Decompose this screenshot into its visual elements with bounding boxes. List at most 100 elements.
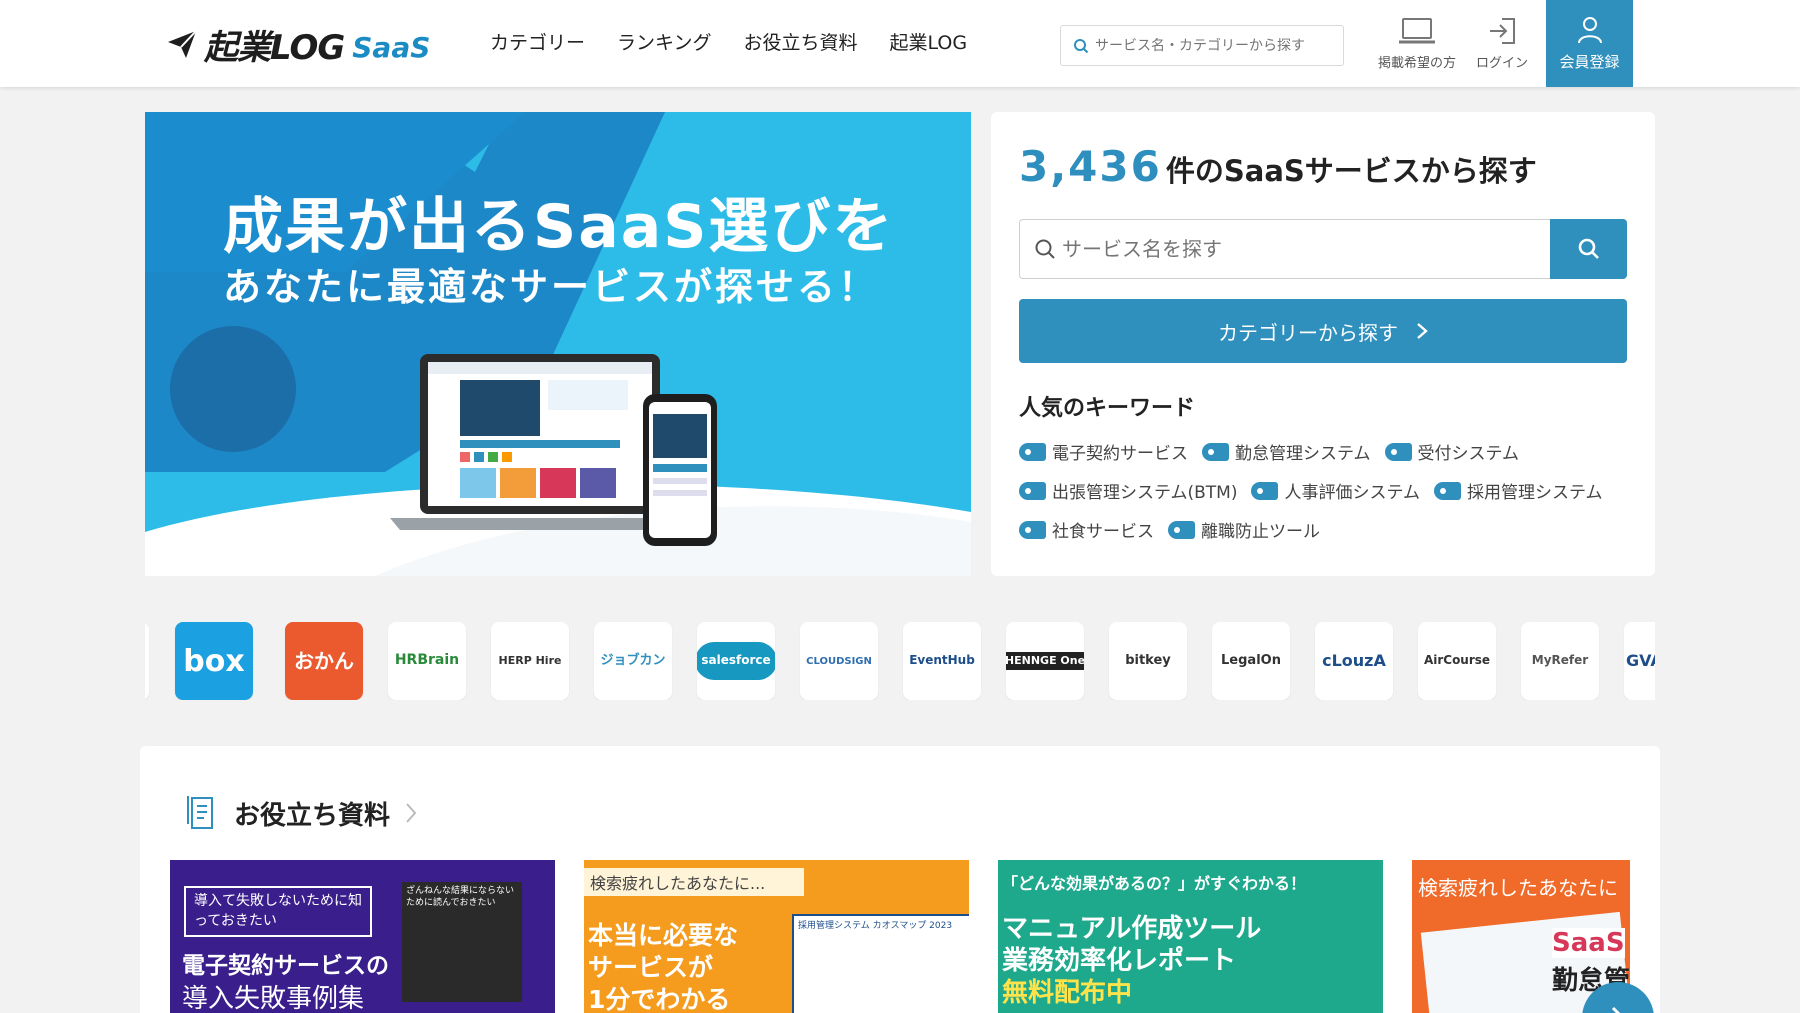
keyword-label: 電子契約サービス bbox=[1052, 444, 1188, 464]
logo-saas: SaaS bbox=[352, 30, 431, 64]
keyword-tag[interactable]: 勤怠管理システム bbox=[1202, 440, 1371, 464]
banner-subtitle: あなたに最適なサービスが探せる！ bbox=[223, 265, 880, 309]
logo-card-legalon[interactable]: LegalOn bbox=[1212, 622, 1290, 700]
post-listing-button[interactable]: 掲載希望の方 bbox=[1372, 0, 1462, 87]
logo-card-partial[interactable] bbox=[145, 622, 149, 700]
resource-card-note: 採用管理システム カオスマップ 2023 bbox=[792, 914, 969, 1013]
resource-card[interactable]: 導入て失敗しないために知っておきたい 電子契約サービスの 導入失敗事例集 ざんね… bbox=[170, 860, 555, 1013]
resources-title: お役立ち資料 bbox=[234, 800, 391, 831]
keyword-tag[interactable]: 人事評価システム bbox=[1251, 479, 1420, 503]
nav-category[interactable]: カテゴリー bbox=[490, 28, 585, 55]
tag-icon bbox=[1168, 520, 1195, 539]
logo-card-cloudsign[interactable]: CLOUDSIGN bbox=[800, 622, 878, 700]
logo-card-clouza[interactable]: cLouzA bbox=[1315, 622, 1393, 700]
resource-card-label: 検索疲れしたあなたに... bbox=[584, 868, 804, 896]
salesforce-cloud: salesforce bbox=[697, 642, 775, 680]
popular-keywords-list: 電子契約サービス 勤怠管理システム 受付システム 出張管理システム(BTM) 人… bbox=[1019, 440, 1639, 542]
login-label: ログイン bbox=[1475, 56, 1528, 71]
logo-card-hrbrain[interactable]: HRBrain bbox=[388, 622, 466, 700]
banner-title: 成果が出るSaaS選びを bbox=[223, 192, 895, 262]
resource-card-title: 電子契約サービスの bbox=[182, 953, 389, 979]
resource-card-title: 本当に必要な bbox=[588, 921, 739, 950]
service-search-panel: 3,436 件のSaaSサービスから探す カテゴリーから探す 人気のキーワード … bbox=[991, 112, 1655, 576]
keyword-label: 人事評価システム bbox=[1284, 483, 1420, 503]
register-label: 会員登録 bbox=[1559, 53, 1620, 71]
laptop-icon bbox=[1399, 18, 1435, 44]
tag-icon bbox=[1202, 442, 1229, 461]
logo-text: 起業LOG bbox=[204, 27, 345, 68]
logo-card-gva[interactable]: GVA bbox=[1624, 622, 1655, 700]
service-search-form bbox=[1019, 219, 1627, 279]
document-icon bbox=[187, 796, 213, 829]
nav-kigyolog[interactable]: 起業LOG bbox=[889, 28, 967, 55]
keyword-tag[interactable]: 電子契約サービス bbox=[1019, 440, 1188, 464]
post-listing-label: 掲載希望の方 bbox=[1377, 56, 1456, 71]
header-search bbox=[1060, 25, 1344, 66]
logo-card-herp[interactable]: HERP Hire bbox=[491, 622, 569, 700]
logo-card-box[interactable]: box bbox=[175, 622, 253, 700]
search-icon bbox=[1578, 238, 1599, 259]
keyword-label: 勤怠管理システム bbox=[1235, 444, 1371, 464]
search-panel-title-text: 件のSaaSサービスから探す bbox=[1165, 154, 1537, 188]
keyword-tag[interactable]: 離職防止ツール bbox=[1168, 518, 1320, 542]
nav-ranking[interactable]: ランキング bbox=[617, 28, 711, 55]
resource-card-label: 導入て失敗しないために知っておきたい bbox=[184, 886, 372, 938]
logo-card-hennge[interactable]: HENNGE One bbox=[1006, 622, 1084, 700]
service-count: 3,436 bbox=[1019, 142, 1162, 191]
hennge-label: HENNGE One bbox=[1006, 651, 1084, 671]
nav-resources[interactable]: お役立ち資料 bbox=[743, 28, 857, 55]
keyword-tag[interactable]: 受付システム bbox=[1384, 440, 1520, 464]
site-header: 起業LOG SaaS カテゴリー ランキング お役立ち資料 起業LOG 掲載希望… bbox=[0, 0, 1800, 87]
chevron-right-icon bbox=[406, 803, 417, 823]
search-panel-title: 3,436 件のSaaSサービスから探す bbox=[1019, 142, 1537, 191]
tag-icon bbox=[1384, 442, 1412, 461]
keyword-label: 離職防止ツール bbox=[1201, 522, 1320, 542]
service-search-button[interactable] bbox=[1550, 219, 1627, 279]
resource-card-label: 「どんな効果があるの？」がすぐわかる！ bbox=[1002, 874, 1307, 893]
tag-icon bbox=[1019, 520, 1046, 539]
resource-card-title: SaaS bbox=[1552, 928, 1625, 958]
resource-card-title2: サービスが bbox=[588, 953, 714, 982]
resource-card-title2: 導入失敗事例集 bbox=[182, 984, 365, 1013]
hero-banner[interactable]: 成果が出るSaaS選びを あなたに最適なサービスが探せる！ bbox=[145, 112, 971, 576]
keyword-label: 採用管理システム bbox=[1466, 483, 1603, 503]
keyword-label: 受付システム bbox=[1417, 444, 1520, 464]
register-button[interactable]: 会員登録 bbox=[1546, 0, 1633, 87]
search-icon bbox=[1074, 38, 1089, 53]
resource-card-label: 検索疲れしたあなたに bbox=[1418, 876, 1618, 900]
laptop-phone-illustration bbox=[390, 354, 717, 546]
logo-card-aircourse[interactable]: AirCourse bbox=[1418, 622, 1496, 700]
keyword-label: 出張管理システム(BTM) bbox=[1052, 483, 1238, 503]
main-nav: カテゴリー ランキング お役立ち資料 起業LOG bbox=[490, 28, 967, 55]
login-button[interactable]: ログイン bbox=[1466, 0, 1538, 87]
resource-card-note: ざんねんな結果にならないために読んでおきたい bbox=[402, 882, 522, 1002]
site-logo[interactable]: 起業LOG SaaS bbox=[166, 22, 431, 68]
keyword-tag[interactable]: 社食サービス bbox=[1019, 518, 1154, 542]
login-icon bbox=[1490, 18, 1515, 44]
logo-card-salesforce[interactable]: salesforce bbox=[697, 622, 775, 700]
resources-header[interactable]: お役立ち資料 bbox=[186, 794, 418, 832]
logo-card-myrefer[interactable]: MyRefer bbox=[1521, 622, 1599, 700]
resource-card[interactable]: 「どんな効果があるの？」がすぐわかる！ マニュアル作成ツール 業務効率化レポート… bbox=[998, 860, 1383, 1013]
logo-card-bitkey[interactable]: bitkey bbox=[1109, 622, 1187, 700]
keyword-tag[interactable]: 採用管理システム bbox=[1433, 479, 1603, 503]
chevron-right-icon bbox=[1611, 1006, 1621, 1013]
keyword-tag[interactable]: 出張管理システム(BTM) bbox=[1019, 479, 1238, 503]
paper-plane-icon bbox=[168, 30, 197, 58]
service-search-input[interactable] bbox=[1062, 237, 1542, 261]
logo-card-jobcan[interactable]: ジョブカン bbox=[594, 622, 672, 700]
logo-card-okan[interactable]: おかん bbox=[285, 622, 363, 700]
logo-card-eventhub[interactable]: EventHub bbox=[903, 622, 981, 700]
header-search-input[interactable] bbox=[1095, 37, 1335, 54]
popular-keywords-title: 人気のキーワード bbox=[1019, 396, 1196, 421]
search-icon bbox=[1035, 239, 1055, 259]
resource-card[interactable]: 検索疲れしたあなたに... 本当に必要な サービスが 1分でわかる 採用管理シス… bbox=[584, 860, 969, 1013]
browse-category-button[interactable]: カテゴリーから探す bbox=[1019, 299, 1627, 363]
user-icon bbox=[1577, 17, 1602, 44]
service-search-field[interactable] bbox=[1019, 219, 1550, 279]
resources-section: お役立ち資料 導入て失敗しないために知っておきたい 電子契約サービスの 導入失敗… bbox=[140, 746, 1660, 1013]
tag-icon bbox=[1251, 481, 1279, 500]
browse-category-label: カテゴリーから探す bbox=[1218, 320, 1398, 345]
tag-icon bbox=[1019, 442, 1046, 461]
tag-icon bbox=[1433, 481, 1461, 500]
